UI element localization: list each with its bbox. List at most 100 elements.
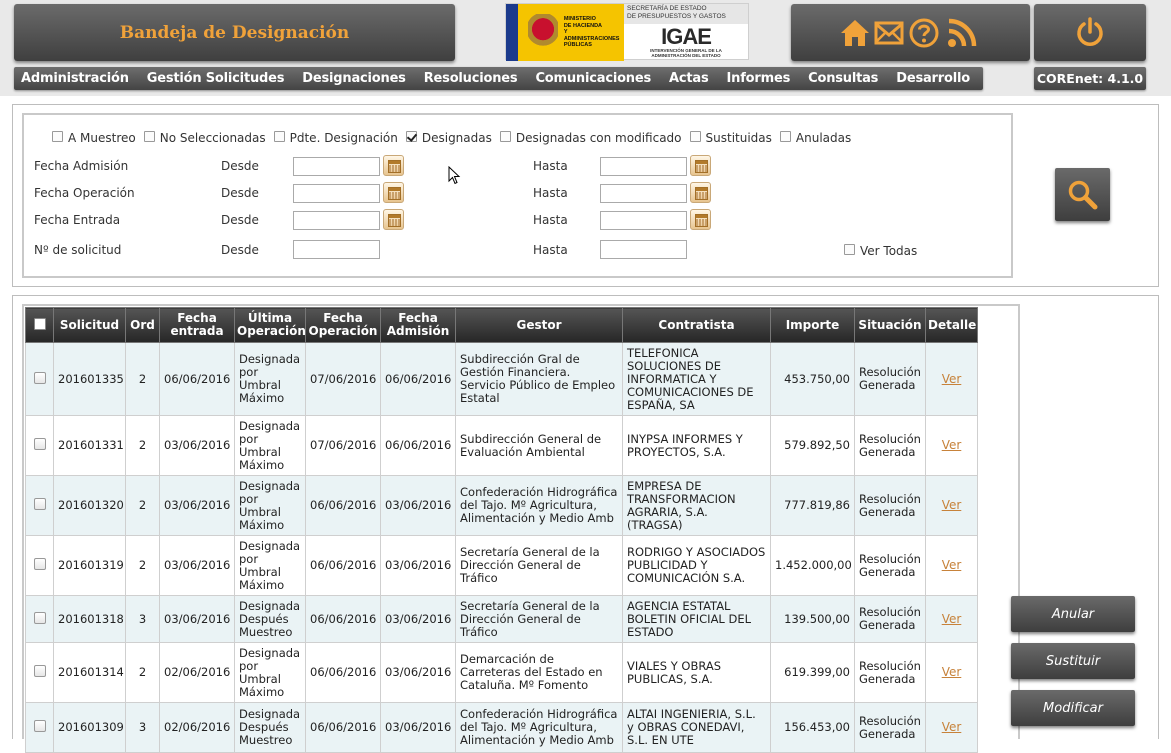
menu-item-designaciones[interactable]: Designaciones: [295, 71, 416, 86]
select-all-checkbox[interactable]: [33, 317, 46, 330]
filter-designadas[interactable]: Designadas: [405, 130, 492, 145]
ver-link[interactable]: Ver: [942, 612, 962, 626]
row-checkbox[interactable]: [33, 665, 46, 677]
filter-pdte-designacion[interactable]: Pdte. Designación: [273, 130, 398, 145]
search-button[interactable]: [1055, 168, 1110, 221]
calendar-icon[interactable]: [690, 182, 711, 203]
row-checkbox[interactable]: [33, 438, 46, 450]
menu-item-actas[interactable]: Actas: [662, 71, 720, 86]
calendar-icon[interactable]: [690, 209, 711, 230]
filter-a-muestreo[interactable]: A Muestreo: [52, 130, 136, 145]
ministry-name: MINISTERIO DE HACIENDA Y ADMINISTRACIONE…: [564, 16, 624, 49]
menu-item-consultas[interactable]: Consultas: [801, 71, 889, 86]
col-header-fecha-admision[interactable]: Fecha Admisión: [380, 307, 456, 343]
modificar-button[interactable]: Modificar: [1011, 690, 1135, 726]
fecha-operacion-desde-input[interactable]: [293, 184, 380, 203]
calendar-icon[interactable]: [383, 182, 404, 203]
home-icon[interactable]: [839, 18, 871, 48]
filter-anuladas[interactable]: Anuladas: [779, 130, 851, 145]
ver-link[interactable]: Ver: [942, 498, 962, 512]
col-header-ord[interactable]: Ord: [125, 307, 160, 343]
row-select-cell[interactable]: [25, 475, 54, 536]
row-checkbox[interactable]: [33, 371, 46, 384]
calendar-icon[interactable]: [383, 209, 404, 230]
cell-gestor: Subdirección General de Evaluación Ambie…: [455, 415, 623, 476]
col-header-situacion[interactable]: Situación: [854, 307, 926, 343]
menu-item-administracion[interactable]: Administración: [14, 71, 140, 86]
row-select-cell[interactable]: [25, 595, 54, 643]
mail-icon[interactable]: [874, 21, 904, 45]
col-header-contratista[interactable]: Contratista: [622, 307, 771, 343]
filter-designadas-con-modificado[interactable]: Designadas con modificado: [499, 130, 682, 145]
row-select-cell[interactable]: [25, 415, 54, 476]
secretary-line: SECRETARÍA DE ESTADO: [627, 5, 707, 12]
row-select-cell[interactable]: [25, 342, 54, 416]
hasta-label: Hasta: [533, 159, 568, 173]
checkbox[interactable]: [844, 243, 855, 255]
row-select-cell[interactable]: [25, 535, 54, 596]
col-header-fecha-operacion[interactable]: Fecha Operación: [305, 307, 381, 343]
checkbox-label: No Seleccionadas: [159, 131, 266, 145]
fecha-entrada-hasta-input[interactable]: [600, 211, 687, 230]
rss-icon[interactable]: [946, 17, 978, 49]
fecha-operacion-hasta-input[interactable]: [600, 184, 687, 203]
fecha-admision-hasta-input[interactable]: [600, 157, 687, 176]
menu-item-gestion-solicitudes[interactable]: Gestión Solicitudes: [140, 71, 296, 86]
fecha-admision-desde-input[interactable]: [293, 157, 380, 176]
filter-sustituidas[interactable]: Sustituidas: [689, 130, 772, 145]
solicitud-hasta-input[interactable]: [600, 240, 687, 259]
anular-button[interactable]: Anular: [1011, 596, 1135, 632]
menu-item-informes[interactable]: Informes: [720, 71, 802, 86]
table-row: 201601318 3 03/06/2016 Designada Después…: [25, 595, 978, 643]
checkbox-checked[interactable]: [405, 130, 417, 142]
cell-solicitud: 201601335: [53, 342, 126, 416]
col-header-importe[interactable]: Importe: [770, 307, 855, 343]
checkbox[interactable]: [499, 130, 511, 142]
ver-link[interactable]: Ver: [942, 372, 962, 386]
col-header-fecha-entrada[interactable]: Fecha entrada: [159, 307, 235, 343]
cell-situacion: Resolución Generada: [854, 702, 926, 753]
menu-item-desarrollo[interactable]: Desarrollo: [889, 71, 981, 86]
checkbox-label: Sustituidas: [705, 131, 772, 145]
menu-item-resoluciones[interactable]: Resoluciones: [417, 71, 529, 86]
ver-link[interactable]: Ver: [942, 665, 962, 679]
table-row: 201601319 2 03/06/2016 Designada por Umb…: [25, 535, 978, 596]
search-icon: [1068, 180, 1098, 210]
checkbox[interactable]: [273, 130, 285, 142]
calendar-icon[interactable]: [690, 155, 711, 176]
checkbox[interactable]: [52, 130, 63, 142]
calendar-icon[interactable]: [383, 155, 404, 176]
col-header-ultima-operacion[interactable]: Última Operación: [234, 307, 306, 343]
solicitud-desde-input[interactable]: [293, 240, 380, 259]
checkbox[interactable]: [779, 130, 791, 142]
checkbox[interactable]: [689, 130, 701, 142]
col-header-gestor[interactable]: Gestor: [455, 307, 623, 343]
power-icon[interactable]: [1075, 17, 1105, 49]
select-all-header[interactable]: [25, 307, 54, 343]
col-header-detalle[interactable]: Detalle: [925, 307, 978, 343]
row-checkbox[interactable]: [33, 720, 46, 732]
ver-link[interactable]: Ver: [942, 720, 962, 734]
page-title: Bandeja de Designación: [14, 4, 455, 61]
cell-situacion: Resolución Generada: [854, 535, 926, 596]
cell-ultima-operacion: Designada por Umbral Máximo: [234, 642, 306, 703]
ver-todas-checkbox[interactable]: Ver Todas: [844, 243, 917, 258]
ver-link[interactable]: Ver: [942, 558, 962, 572]
row-select-cell[interactable]: [25, 642, 54, 703]
sustituir-button[interactable]: Sustituir: [1011, 643, 1135, 679]
help-icon[interactable]: [908, 17, 940, 49]
filter-no-seleccionadas[interactable]: No Seleccionadas: [143, 130, 266, 145]
ver-link[interactable]: Ver: [942, 438, 962, 452]
logout-button[interactable]: [1034, 4, 1146, 61]
checkbox[interactable]: [143, 130, 155, 142]
row-select-cell[interactable]: [25, 702, 54, 753]
row-checkbox[interactable]: [33, 498, 46, 510]
row-checkbox[interactable]: [33, 558, 46, 570]
fecha-entrada-desde-input[interactable]: [293, 211, 380, 230]
cell-ord: 2: [125, 342, 160, 416]
table-row: 201601320 2 03/06/2016 Designada por Umb…: [25, 475, 978, 536]
row-checkbox[interactable]: [33, 611, 46, 624]
cell-fecha-entrada: 03/06/2016: [159, 535, 235, 596]
menu-item-comunicaciones[interactable]: Comunicaciones: [528, 71, 662, 86]
col-header-solicitud[interactable]: Solicitud: [53, 307, 126, 343]
